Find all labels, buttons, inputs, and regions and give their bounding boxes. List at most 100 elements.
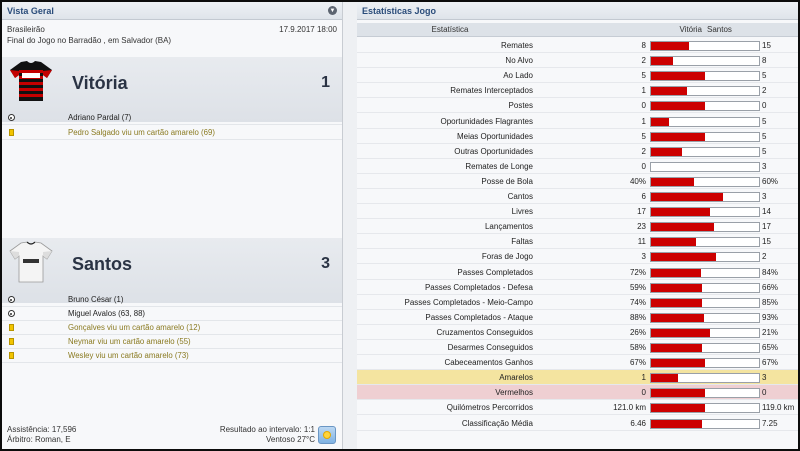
stat-away-value: 93% [762, 312, 779, 322]
stat-bar-fill [651, 419, 702, 428]
stat-bar-fill [651, 72, 705, 81]
ball-icon [7, 296, 15, 303]
stat-bar [650, 41, 760, 51]
stat-label: Lançamentos [484, 222, 533, 232]
stat-away-value: 8 [762, 56, 767, 66]
yellow-card-icon [8, 324, 14, 331]
overview-panel: Vista Geral ▼ Brasileirão 17.9.2017 18:0… [2, 2, 343, 449]
stat-home-value: 72% [629, 267, 646, 277]
stat-row: Foras de Jogo 3 2 [357, 249, 798, 265]
stat-bar [650, 131, 760, 142]
stat-away-value: 3 [762, 373, 767, 383]
stat-row: No Alvo 2 8 [357, 53, 798, 69]
stat-row: Faltas 11 15 [357, 234, 798, 250]
stat-label: Postes [508, 101, 533, 111]
stat-row: Outras Oportunidades 2 5 [357, 144, 798, 159]
stat-label: Outras Oportunidades [454, 146, 533, 156]
stat-bar-fill [651, 374, 678, 383]
stat-bar-fill [651, 253, 716, 262]
stat-away-value: 3 [762, 161, 767, 171]
stat-bar-fill [651, 87, 687, 96]
event-text[interactable]: Gonçalves viu um cartão amarelo (12) [68, 323, 200, 332]
stat-row: Desarmes Conseguidos 58% 65% [357, 340, 798, 355]
away-team-score: 3 [321, 255, 330, 272]
stat-row: Quilómetros Percorridos 121.0 km 119.0 km [357, 400, 798, 416]
stat-row: Passes Completados - Ataque 88% 93% [357, 310, 798, 325]
stat-label: Livres [511, 207, 533, 217]
stat-home-value: 17 [637, 207, 646, 217]
ball-icon [7, 310, 15, 317]
stat-label: Remates [500, 41, 533, 50]
event-text[interactable]: Neymar viu um cartão amarelo (55) [68, 337, 191, 346]
collapse-icon[interactable]: ▼ [328, 6, 337, 15]
stat-away-value: 15 [762, 41, 771, 50]
stats-panel: Estatísticas Jogo Estatística Vitória Sa… [357, 2, 798, 449]
event-text[interactable]: Pedro Salgado viu um cartão amarelo (69) [68, 128, 215, 137]
event-text[interactable]: Wesley viu um cartão amarelo (73) [68, 351, 189, 360]
stat-label: Ao Lado [503, 71, 533, 81]
stat-away-value: 60% [762, 176, 779, 186]
stat-away-value: 5 [762, 146, 767, 156]
stat-bar-fill [651, 404, 705, 413]
header-stat[interactable]: Estatística [357, 25, 543, 34]
stat-bar [650, 343, 760, 353]
away-card-event: Neymar viu um cartão amarelo (55) [2, 335, 342, 349]
home-shirt-icon [10, 61, 52, 101]
stat-row: Cantos 6 3 [357, 189, 798, 204]
stat-row: Cruzamentos Conseguidos 26% 21% [357, 325, 798, 340]
stat-away-value: 5 [762, 116, 767, 126]
stat-row: Livres 17 14 [357, 204, 798, 220]
stat-row: Oportunidades Flagrantes 1 5 [357, 114, 798, 129]
stat-bar [650, 176, 760, 187]
competition-name[interactable]: Brasileirão [7, 25, 45, 36]
stat-bar [650, 222, 760, 233]
away-team-name[interactable]: Santos [72, 254, 132, 275]
stat-away-value: 17 [762, 222, 771, 232]
stat-bar [650, 192, 760, 202]
stat-bar-fill [651, 42, 689, 50]
stat-bar [650, 403, 760, 414]
event-text: Miguel Avalos (63, 88) [68, 309, 146, 318]
stat-away-value: 21% [762, 327, 779, 337]
stat-away-value: 119.0 km [762, 403, 795, 413]
stat-home-value: 6.46 [630, 418, 646, 428]
header-away[interactable]: Santos [707, 25, 732, 34]
stat-home-value: 40% [629, 176, 646, 186]
header-home[interactable]: Vitória [657, 25, 702, 34]
stat-label: Foras de Jogo [481, 252, 533, 262]
stat-label: Remates de Longe [465, 161, 533, 171]
stat-label: Classificação Média [461, 418, 533, 428]
stat-away-value: 67% [762, 358, 779, 368]
stat-bar [650, 267, 760, 278]
stat-home-value: 2 [641, 146, 646, 156]
away-goal-event: Bruno César (1) [2, 293, 342, 307]
stat-label: Cantos [507, 192, 533, 201]
stat-label: Meias Oportunidades [456, 131, 533, 141]
stat-row: Lançamentos 23 17 [357, 219, 798, 235]
stat-bar [650, 207, 760, 218]
weather-sun-icon [318, 426, 336, 444]
stat-home-value: 3 [641, 252, 646, 262]
stat-row: Remates Interceptados 1 2 [357, 83, 798, 99]
stat-bar [650, 327, 760, 338]
yellow-card-icon [8, 129, 14, 136]
stat-bar [650, 282, 760, 293]
stat-bar-fill [651, 359, 705, 368]
ball-icon [7, 114, 15, 121]
stat-bar [650, 358, 760, 369]
stat-away-value: 5 [762, 131, 767, 141]
stat-away-value: 65% [762, 343, 779, 352]
yellow-card-icon [8, 338, 14, 345]
stats-table-header: Estatística Vitória Santos [357, 23, 798, 37]
stat-bar-fill [651, 298, 702, 307]
stat-bar [650, 86, 760, 97]
stat-home-value: 1 [641, 116, 646, 126]
stat-bar-fill [651, 238, 697, 247]
stat-away-value: 2 [762, 252, 767, 262]
home-team-name[interactable]: Vitória [72, 73, 128, 94]
stat-home-value: 59% [629, 282, 646, 292]
stat-label: Cruzamentos Conseguidos [436, 327, 534, 337]
stat-bar-fill [651, 177, 695, 186]
referee[interactable]: Árbitro: Roman, E [7, 435, 71, 445]
stat-home-value: 0 [641, 388, 646, 398]
